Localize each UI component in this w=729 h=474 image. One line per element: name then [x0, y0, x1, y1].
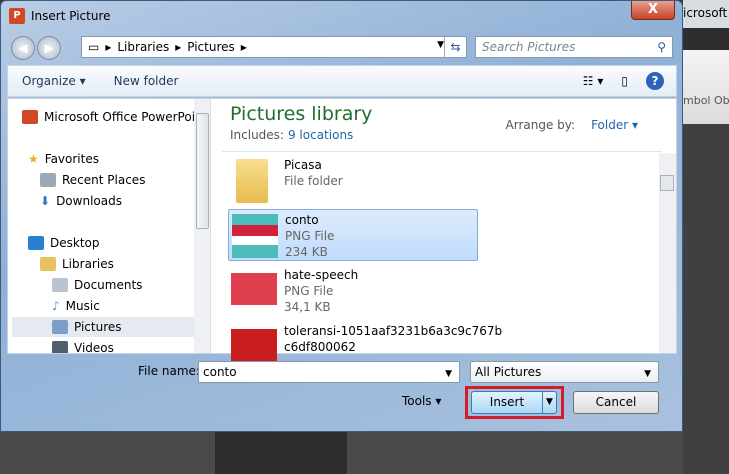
arrange-by-dropdown[interactable]: Folder ▾	[591, 118, 638, 132]
file-name-input[interactable]: conto ▼	[198, 361, 460, 383]
view-options-icon[interactable]: ☷ ▾	[583, 74, 604, 88]
chevron-down-icon[interactable]: ▼	[437, 40, 444, 50]
image-thumbnail	[232, 214, 278, 258]
back-button[interactable]: ◀	[11, 36, 35, 60]
nav-item-libraries[interactable]: Libraries	[40, 254, 210, 274]
nav-item-pictures[interactable]: Pictures	[12, 317, 194, 337]
nav-item-desktop[interactable]: Desktop	[28, 233, 210, 253]
breadcrumb-libraries[interactable]: Libraries	[117, 40, 169, 54]
close-button[interactable]: X	[631, 1, 675, 20]
file-list-scrollbar[interactable]	[659, 153, 676, 353]
new-folder-button[interactable]: New folder	[100, 74, 193, 88]
nav-item-recent-places[interactable]: Recent Places	[40, 170, 210, 190]
insert-picture-dialog: P Insert Picture X ◀ ▶ ▭ ▸ Libraries ▸ Pictu…	[0, 0, 683, 432]
bg-ribbon-label: mbol Ob	[683, 94, 729, 107]
music-icon: ♪	[52, 299, 60, 313]
organize-button[interactable]: Organize ▾	[8, 74, 100, 88]
library-title: Pictures library	[230, 103, 373, 125]
address-bar[interactable]: ▭ ▸ Libraries ▸ Pictures ▸ ▼ ⇆	[81, 36, 467, 58]
image-thumbnail	[231, 273, 277, 305]
refresh-button[interactable]: ⇆	[444, 37, 466, 57]
highlight-box	[465, 386, 564, 419]
videos-icon	[52, 341, 68, 353]
search-input[interactable]: Search Pictures ⚲	[475, 36, 673, 58]
help-icon[interactable]: ?	[646, 72, 664, 90]
libraries-icon	[40, 257, 56, 271]
file-item[interactable]: conto PNG File 234 KB	[228, 209, 478, 261]
powerpoint-icon: P	[9, 8, 25, 24]
nav-item-documents[interactable]: Documents	[52, 275, 210, 295]
file-list: Pictures library Includes: 9 locations Ar…	[212, 99, 676, 373]
arrange-by-label: Arrange by:	[505, 118, 576, 132]
nav-item-powerpoint[interactable]: Microsoft Office PowerPoint	[22, 107, 208, 127]
search-icon: ⚲	[657, 40, 666, 54]
nav-item-music[interactable]: ♪ Music	[52, 296, 210, 316]
pictures-icon	[52, 320, 68, 334]
background-app: icrosoft P mbol Ob	[683, 0, 729, 474]
cancel-button[interactable]: Cancel	[573, 391, 659, 414]
nav-scrollbar[interactable]	[194, 99, 210, 353]
file-name-label: File name:	[138, 364, 200, 378]
folder-icon	[236, 159, 268, 203]
file-type-select[interactable]: All Pictures ▼	[470, 361, 659, 383]
includes-label: Includes:	[230, 128, 284, 142]
nav-item-favorites[interactable]: ★ Favorites	[28, 149, 210, 169]
forward-button[interactable]: ▶	[37, 36, 61, 60]
navigation-pane: Microsoft Office PowerPoint ★ Favorites R…	[8, 99, 211, 353]
file-item[interactable]: hate-speech PNG File 34,1 KB	[228, 265, 478, 317]
tools-button[interactable]: Tools ▾	[402, 394, 441, 408]
dialog-title: Insert Picture	[31, 9, 111, 23]
nav-item-videos[interactable]: Videos	[52, 338, 210, 353]
file-item[interactable]: Picasa File folder	[228, 155, 478, 207]
documents-icon	[52, 278, 68, 292]
computer-icon: ▭	[88, 40, 100, 54]
recent-places-icon	[40, 173, 56, 187]
locations-link[interactable]: 9 locations	[288, 128, 353, 142]
powerpoint-icon	[22, 110, 38, 124]
desktop-icon	[28, 236, 44, 250]
preview-pane-icon[interactable]: ▯	[621, 74, 628, 88]
breadcrumb-pictures[interactable]: Pictures	[187, 40, 235, 54]
download-arrow-icon: ⬇	[40, 194, 51, 208]
star-icon: ★	[28, 152, 39, 166]
bg-app-title: icrosoft P	[683, 6, 729, 20]
nav-item-downloads[interactable]: ⬇ Downloads	[40, 191, 210, 211]
